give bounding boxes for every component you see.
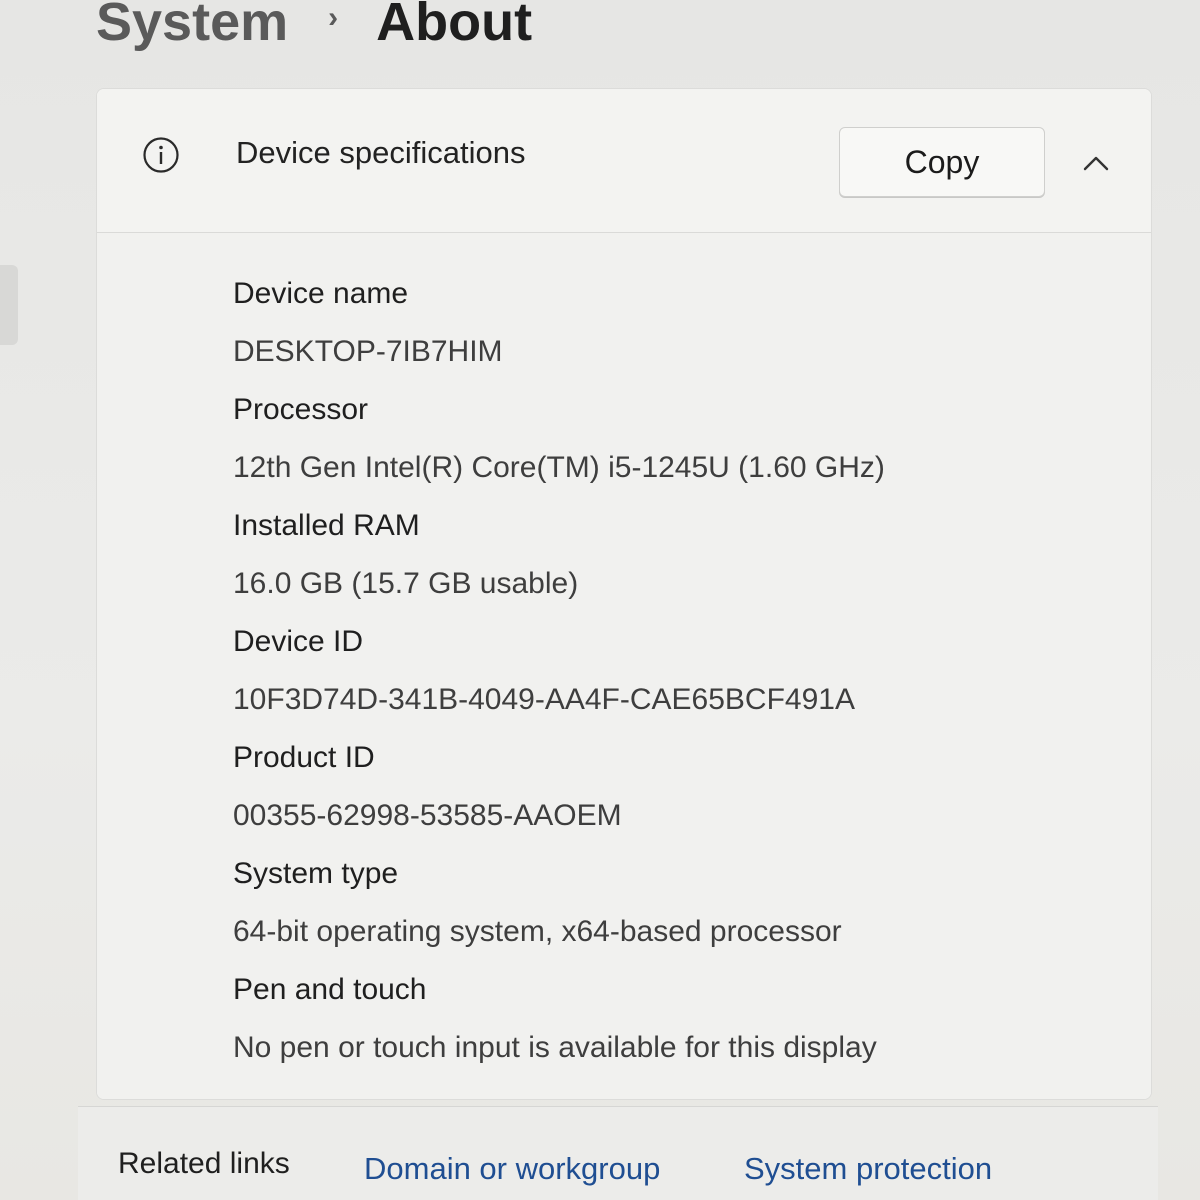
spec-value[interactable]: 16.0 GB (15.7 GB usable) <box>233 555 1113 613</box>
spec-list: Device name DESKTOP-7IB7HIM Processor 12… <box>233 265 1113 1077</box>
spec-label: Pen and touch <box>233 973 427 1006</box>
spec-row-product-id: Product ID 00355-62998-53585-AAOEM <box>233 729 1113 845</box>
related-links-title: Related links <box>118 1147 290 1180</box>
spec-value[interactable]: 00355-62998-53585-AAOEM <box>233 787 1113 845</box>
device-specifications-card: Device specifications Copy Device name D… <box>96 88 1152 1100</box>
spec-row-installed-ram: Installed RAM 16.0 GB (15.7 GB usable) <box>233 497 1113 613</box>
device-specifications-title: Device specifications <box>236 135 526 170</box>
copy-button[interactable]: Copy <box>839 127 1045 197</box>
spec-row-device-id: Device ID 10F3D74D-341B-4049-AA4F-CAE65B… <box>233 613 1113 729</box>
breadcrumb: System › About <box>96 0 532 58</box>
system-protection-link[interactable]: System protection <box>744 1151 992 1187</box>
spec-label: Installed RAM <box>233 509 420 542</box>
spec-row-device-name: Device name DESKTOP-7IB7HIM <box>233 265 1113 381</box>
page-title: About <box>376 0 533 52</box>
spec-label: Processor <box>233 393 369 426</box>
spec-row-pen-and-touch: Pen and touch No pen or touch input is a… <box>233 961 1113 1077</box>
spec-value[interactable]: 10F3D74D-341B-4049-AA4F-CAE65BCF491A <box>233 671 1113 729</box>
spec-value[interactable]: 64-bit operating system, x64-based proce… <box>233 903 1113 961</box>
spec-value[interactable]: DESKTOP-7IB7HIM <box>233 323 1113 381</box>
spec-row-processor: Processor 12th Gen Intel(R) Core(TM) i5-… <box>233 381 1113 497</box>
domain-or-workgroup-link[interactable]: Domain or workgroup <box>364 1151 660 1187</box>
spec-value[interactable]: No pen or touch input is available for t… <box>233 1019 1113 1077</box>
spec-label: System type <box>233 857 399 890</box>
settings-page: System › About Device specifications Cop… <box>0 0 1200 1200</box>
spec-row-system-type: System type 64-bit operating system, x64… <box>233 845 1113 961</box>
navigation-pane-edge[interactable] <box>0 265 18 345</box>
related-links-bar: Related links Domain or workgroup System… <box>78 1106 1158 1200</box>
device-specifications-details: Device name DESKTOP-7IB7HIM Processor 12… <box>97 233 1151 1099</box>
breadcrumb-separator: › <box>328 1 339 34</box>
info-icon <box>143 137 179 173</box>
chevron-up-icon[interactable] <box>1081 153 1111 173</box>
spec-label: Device name <box>233 277 409 310</box>
device-specifications-header[interactable]: Device specifications Copy <box>97 89 1151 233</box>
spec-label: Device ID <box>233 625 364 658</box>
spec-value[interactable]: 12th Gen Intel(R) Core(TM) i5-1245U (1.6… <box>233 439 1113 497</box>
breadcrumb-system[interactable]: System <box>96 0 288 58</box>
spec-label: Product ID <box>233 741 375 774</box>
